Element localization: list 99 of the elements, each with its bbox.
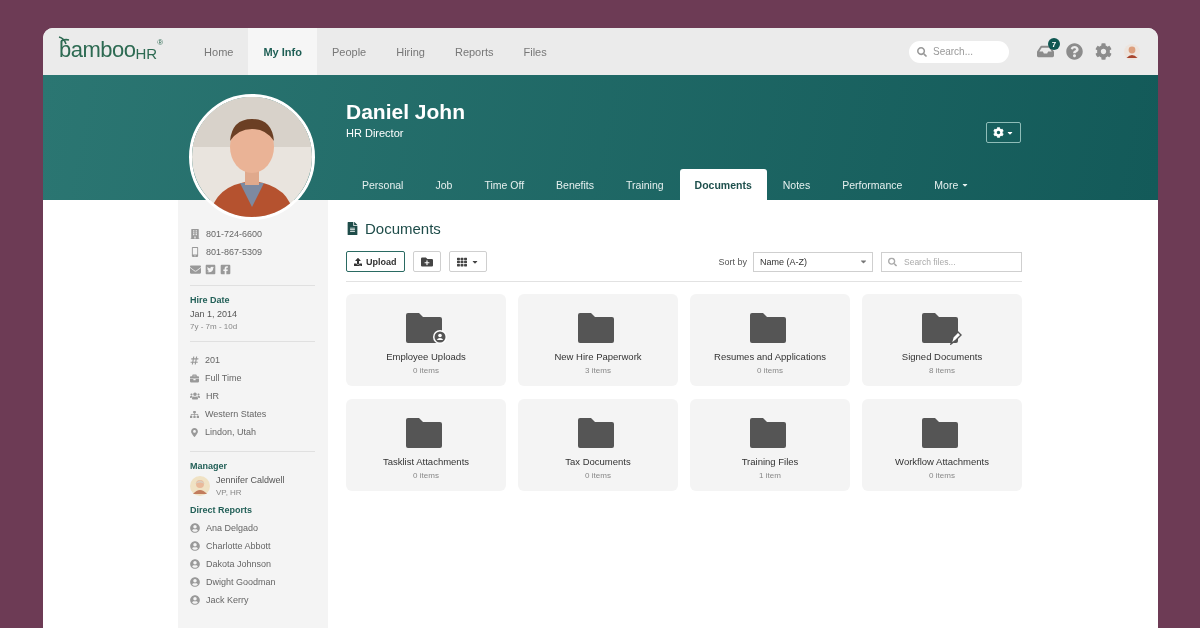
help-icon[interactable] [1066,43,1083,60]
person-icon [190,541,200,551]
folder-name: Tasklist Attachments [382,456,470,467]
email-icon[interactable] [190,264,201,275]
building-icon [190,229,200,239]
gear-icon [993,127,1004,138]
nav-item[interactable]: My Info [248,28,317,75]
employee-detail: Lindon, Utah [205,427,257,437]
phone-number: 801-724-6600 [206,229,263,239]
folder-person-icon [404,311,448,345]
folder-pen-icon [920,311,964,345]
profile-tab[interactable]: Personal [346,169,420,200]
caret-icon [859,257,868,266]
mobile-phone-icon [190,247,200,257]
folder-name: Resumes and Applications [714,351,826,362]
direct-report-name[interactable]: Jack Kerry [206,595,249,605]
direct-report-name[interactable]: Dakota Johnson [206,559,272,569]
settings-dropdown-button[interactable] [986,122,1021,143]
settings-icon[interactable] [1095,43,1112,60]
item-count: 1 item [759,471,781,480]
item-count: 3 items [585,366,611,375]
briefcase-icon [190,373,199,383]
hire-date: Jan 1, 2014 [190,309,239,319]
manager-title: VP, HR [216,488,243,497]
direct-report-name[interactable]: Dwight Goodman [206,577,276,587]
search-icon [888,257,897,266]
section-title: Documents [365,220,441,237]
search-icon [917,46,927,57]
folder-card[interactable]: Resumes and Applications 0 items [690,294,850,386]
nav-item[interactable]: People [316,28,382,75]
phone-number: 801-867-5309 [206,247,263,257]
item-count: 8 items [929,366,955,375]
profile-tab[interactable]: Benefits [540,169,611,200]
item-count: 0 items [757,366,783,375]
hierarchy-icon [190,409,199,419]
grid-icon [456,256,467,267]
new-folder-button[interactable] [412,251,441,272]
item-count: 0 items [585,471,611,480]
folder-card[interactable]: Employee Uploads 0 items [346,294,506,386]
folder-card[interactable]: Tax Documents 0 items [518,399,678,491]
item-count: 0 items [929,471,955,480]
profile-tab[interactable]: Documents [679,169,767,200]
folder-name: Employee Uploads [386,351,466,362]
person-icon [190,523,200,533]
bamboohr-logo[interactable]: bambooHR ® [59,28,164,75]
folder-card[interactable]: Tasklist Attachments 0 items [346,399,506,491]
folder-card[interactable]: Training Files 1 item [690,399,850,491]
employee-detail: Full Time [205,373,242,383]
direct-reports-label: Direct Reports [190,505,253,515]
sort-label: Sort by [718,256,747,267]
hashtag-icon [190,355,199,365]
folder-card[interactable]: Signed Documents 8 items [862,294,1022,386]
person-icon [190,577,200,587]
employee-detail: Western States [205,409,267,419]
location-pin-icon [190,427,199,437]
person-icon [190,595,200,605]
folder-name: Workflow Attachments [895,456,989,467]
sort-dropdown[interactable]: Name (A-Z) [753,251,873,272]
employee-name: Daniel John [346,100,467,124]
direct-report-name[interactable]: Charlotte Abbott [206,541,271,551]
upload-icon [354,257,362,266]
profile-tab[interactable]: Time Off [468,169,541,200]
file-search-field[interactable]: Search files... [881,251,1022,272]
tenure-length: 7y - 7m - 10d [190,322,239,331]
folder-name: Training Files [741,456,799,467]
folder-plus-icon [420,255,433,268]
user-avatar-icon[interactable] [1124,43,1140,60]
employee-detail: 201 [205,355,221,365]
profile-tab[interactable]: Notes [766,169,827,200]
folder-name: New Hire Paperwork [554,351,642,362]
item-count: 0 items [413,366,439,375]
notification-badge: 7 [1048,38,1060,50]
folder-name: Tax Documents [565,456,631,467]
person-icon [190,559,200,569]
twitter-icon[interactable] [205,264,216,275]
job-title: HR Director [346,127,404,139]
document-icon [346,222,359,235]
manager-label: Manager [190,461,228,471]
folder-name: Signed Documents [901,351,983,362]
folder-card[interactable]: Workflow Attachments 0 items [862,399,1022,491]
search-field[interactable]: Search... [909,40,1009,63]
nav-item[interactable]: Home [189,28,249,75]
nav-item[interactable]: Files [508,28,562,75]
direct-report-name[interactable]: Ana Delgado [206,523,259,533]
profile-tab[interactable]: Job [419,169,469,200]
nav-item[interactable]: Reports [439,28,509,75]
facebook-icon[interactable] [220,264,231,275]
employee-detail: HR [206,391,219,401]
profile-tab[interactable]: More [918,169,986,200]
nav-item[interactable]: Hiring [381,28,440,75]
profile-tab[interactable]: Performance [826,169,919,200]
profile-tab[interactable]: Training [610,169,680,200]
folder-card[interactable]: New Hire Paperwork 3 items [518,294,678,386]
view-toggle-button[interactable] [448,251,487,272]
upload-button[interactable]: Upload [346,251,405,272]
hire-date-label: Hire Date [190,295,231,305]
people-icon [190,391,200,401]
item-count: 0 items [413,471,439,480]
manager-name[interactable]: Jennifer Caldwell [216,475,285,485]
